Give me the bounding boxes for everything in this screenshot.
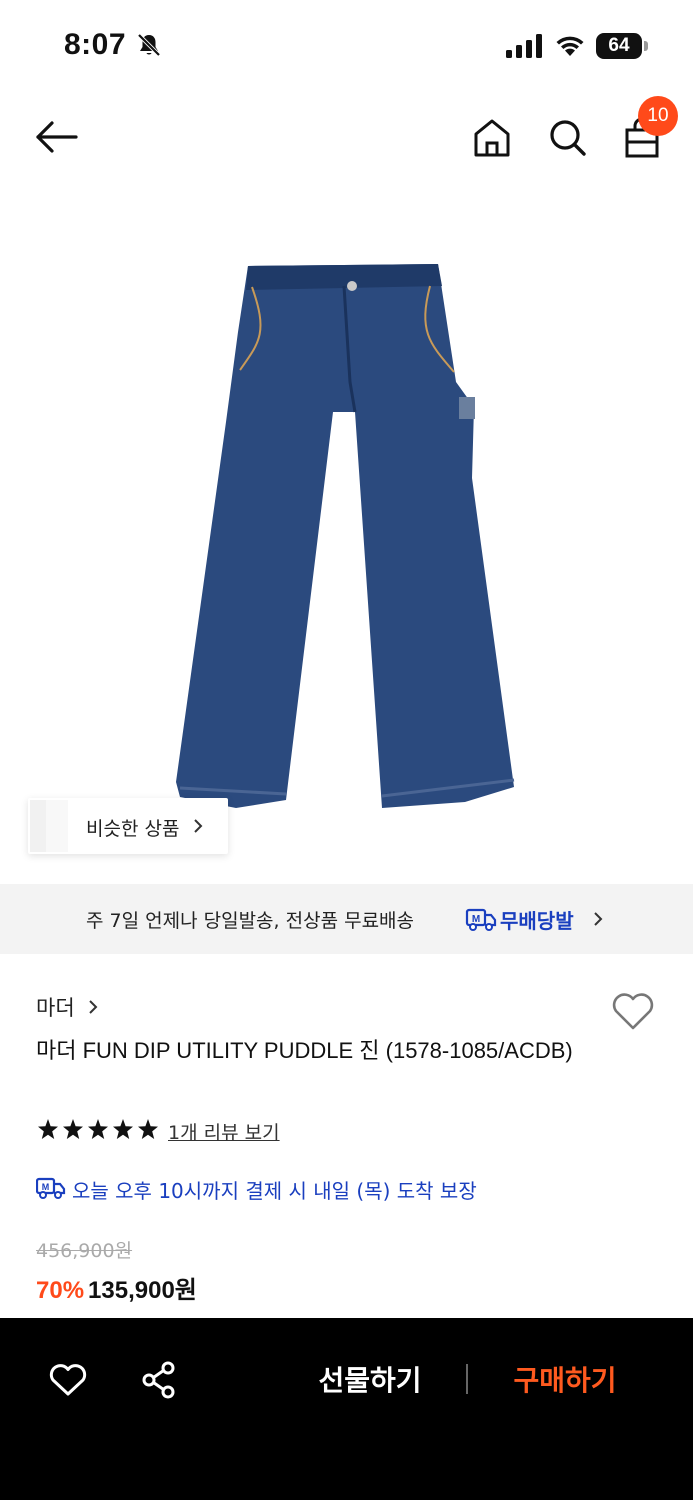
brand-link[interactable]: 마더 [36, 992, 98, 1022]
similar-products-button[interactable]: 비슷한 상품 [28, 798, 228, 854]
share-icon[interactable] [140, 1360, 178, 1400]
discount-rate: 70% [36, 1277, 85, 1304]
home-icon[interactable] [470, 116, 514, 160]
search-icon[interactable] [546, 116, 588, 158]
star-rating-icon [38, 1119, 158, 1139]
delivery-truck-icon: M [465, 908, 497, 931]
sale-price: 135,900원 [88, 1277, 197, 1304]
app-header: 10 [0, 92, 693, 182]
wifi-icon [556, 36, 584, 56]
status-time: 8:07 [64, 28, 127, 61]
delivery-text: 주 7일 언제나 당일발송, 전상품 무료배송 [86, 910, 415, 932]
battery-indicator: 64 [596, 33, 648, 59]
battery-level: 64 [596, 33, 642, 59]
chevron-right-icon [594, 912, 603, 926]
svg-text:M: M [42, 1182, 50, 1192]
original-price: 456,900원 [36, 1240, 133, 1262]
chevron-right-icon [89, 1000, 98, 1014]
arrival-text: 오늘 오후 10시까지 결제 시 내일 (목) 도착 보장 [72, 1179, 477, 1203]
free-shipping-badge-label: 무배당발 [500, 909, 574, 933]
heart-icon[interactable] [48, 1362, 88, 1398]
delivery-truck-icon: M [36, 1177, 66, 1199]
chevron-right-icon [194, 819, 203, 833]
battery-tip [644, 41, 648, 51]
cellular-signal-icon [506, 34, 542, 58]
svg-text:M: M [472, 914, 480, 925]
product-title: 마더 FUN DIP UTILITY PUDDLE 진 (1578-1085/A… [36, 1038, 573, 1063]
back-arrow-icon[interactable] [32, 116, 80, 158]
divider [466, 1364, 468, 1394]
product-image[interactable] [0, 182, 693, 882]
similar-thumbnail [46, 800, 68, 852]
gift-button[interactable]: 선물하기 [290, 1356, 450, 1406]
bell-off-icon [137, 33, 161, 57]
buy-button[interactable]: 구매하기 [490, 1356, 640, 1406]
price-row: 70% 135,900원 [36, 1270, 197, 1304]
status-bar: 8:07 64 [0, 0, 693, 92]
similar-products-label: 비슷한 상품 [86, 818, 180, 840]
brand-name: 마더 [36, 996, 75, 1020]
review-link[interactable]: 1개 리뷰 보기 [168, 1118, 280, 1145]
delivery-banner[interactable]: 주 7일 언제나 당일발송, 전상품 무료배송 M 무배당발 [0, 884, 693, 954]
cart-count-badge: 10 [638, 96, 678, 136]
heart-icon[interactable] [610, 990, 656, 1032]
bottom-action-bar: 선물하기 구매하기 [0, 1318, 693, 1500]
